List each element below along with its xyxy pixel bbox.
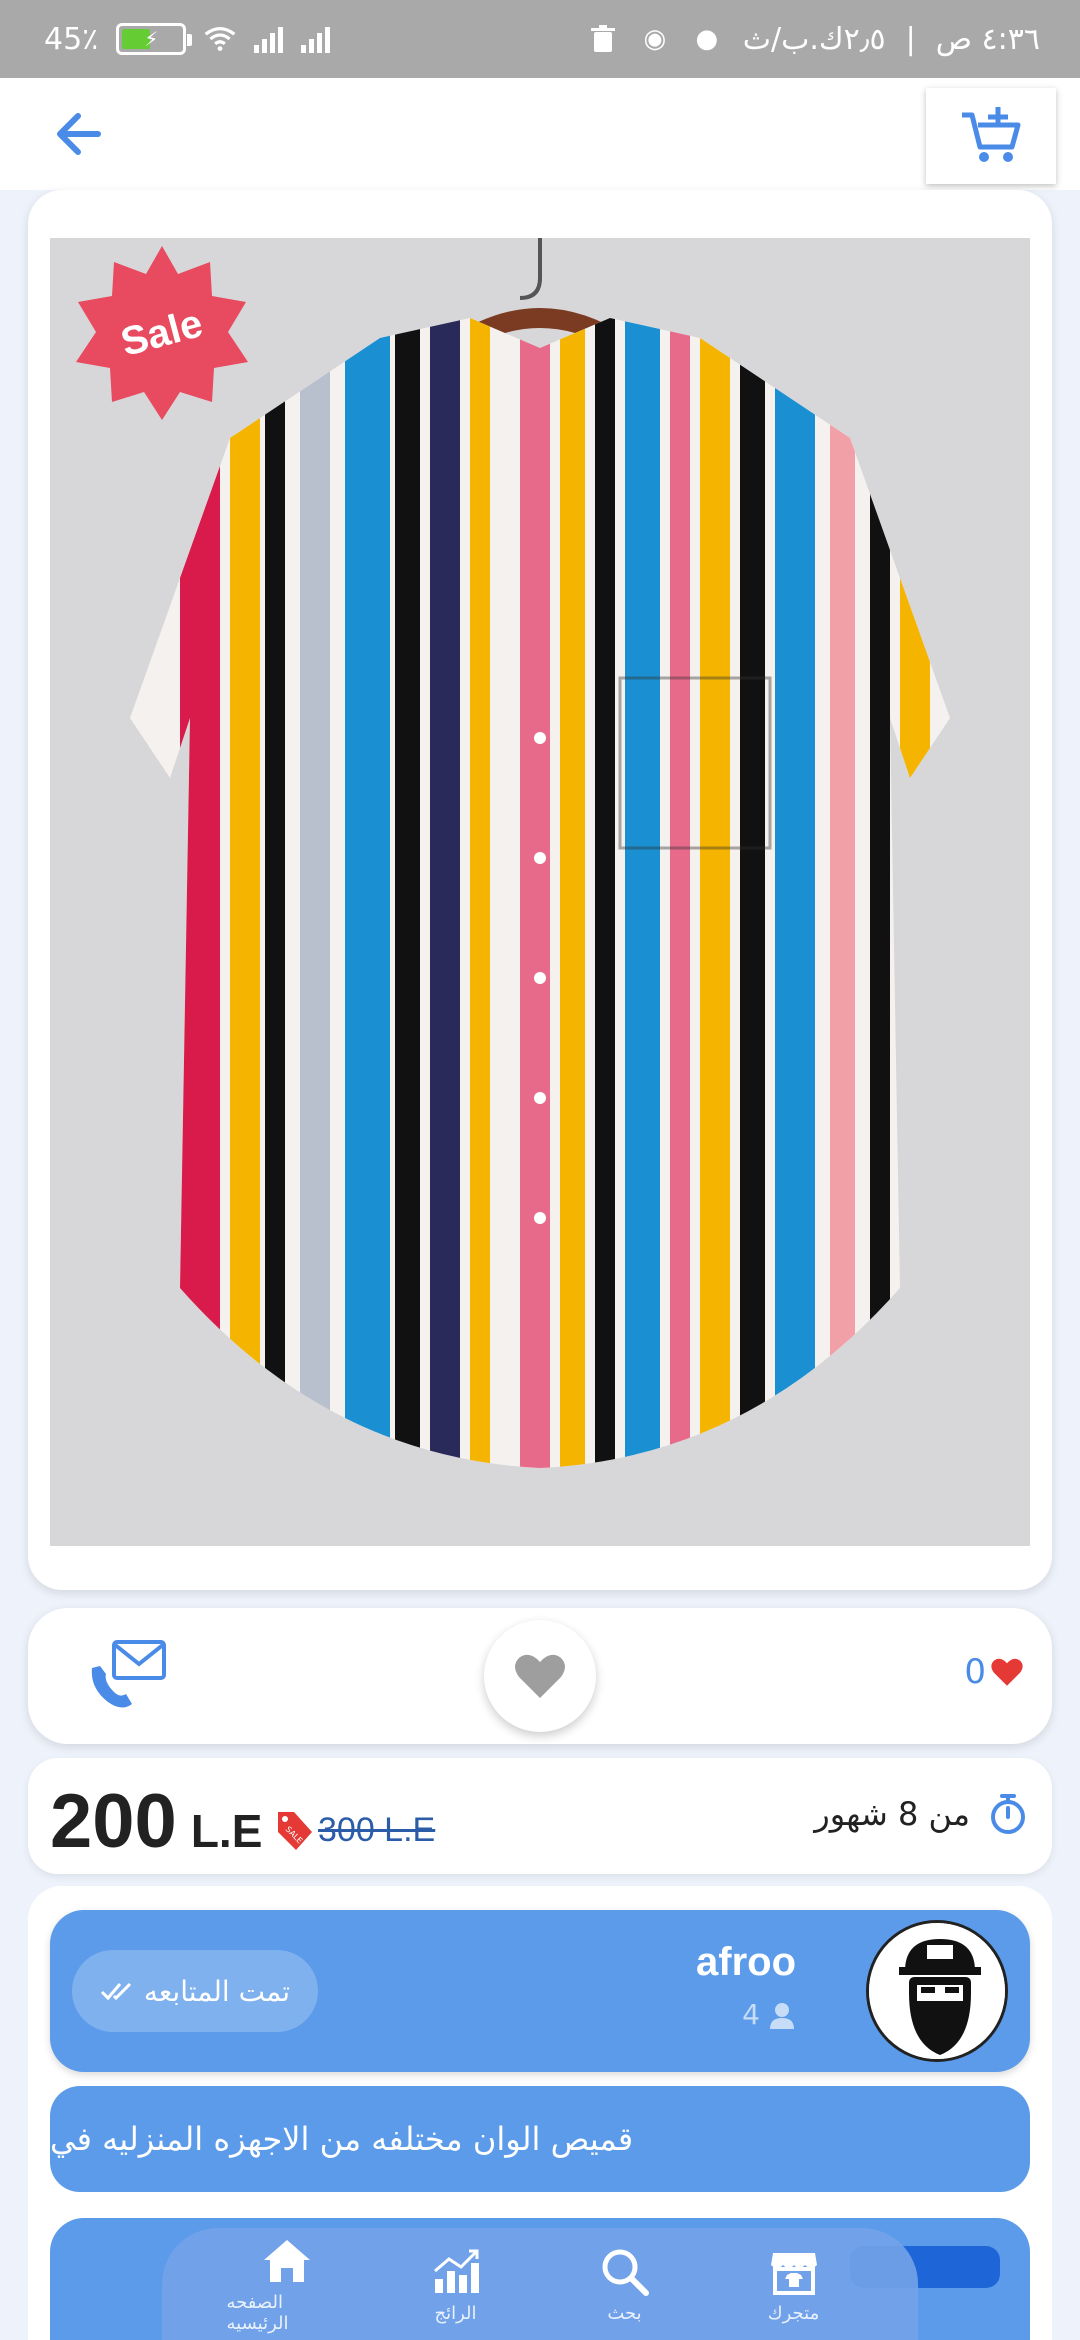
seller-card[interactable]: afroo 4 تمت المتابعه <box>50 1910 1030 2072</box>
avatar[interactable] <box>866 1920 1008 2062</box>
follow-button-label: تمت المتابعه <box>143 1974 291 2008</box>
contact-seller-button[interactable] <box>86 1638 168 1712</box>
add-to-cart-button[interactable] <box>926 88 1056 184</box>
stopwatch-icon <box>991 1794 1025 1834</box>
nav-trending[interactable]: الرائج <box>396 2245 516 2324</box>
arrow-left-icon <box>57 113 101 155</box>
heart-icon <box>515 1654 565 1698</box>
favorite-button[interactable] <box>484 1620 596 1732</box>
nav-search-label: بحث <box>607 2302 642 2324</box>
nav-home-label: الصفحه الرئيسيه <box>226 2292 289 2334</box>
wifi-icon <box>204 23 236 55</box>
phone-mail-icon <box>91 1640 166 1708</box>
sale-badge: Sale <box>72 244 252 424</box>
follow-button[interactable]: تمت المتابعه <box>72 1950 318 2032</box>
store-icon <box>770 2252 817 2295</box>
bottom-nav: الصفحه الرئيسيه الرائج بحث متجرك <box>162 2228 918 2340</box>
current-price: 200 L.E <box>50 1778 262 1865</box>
signal-icon-2 <box>301 25 331 53</box>
posted-time-text: من 8 شهور <box>814 1795 970 1833</box>
followers-number: 4 <box>742 1998 760 2031</box>
followers-count: 4 <box>742 1998 796 2031</box>
old-price: 300 L.E <box>318 1810 436 1849</box>
actions-bar: 0 <box>28 1608 1052 1744</box>
trash-icon <box>587 23 619 55</box>
product-card: Sale <box>28 190 1052 1590</box>
notification-icon: ● <box>695 24 719 54</box>
product-description-text: قميص الوان مختلفه من الاجهزه المنزليه في <box>50 2120 634 2158</box>
signal-icon <box>254 25 284 53</box>
network-speed: ٢٫٥ك.ب/ث <box>742 21 886 57</box>
chart-icon <box>433 2249 479 2293</box>
heart-filled-icon <box>991 1658 1023 1686</box>
nav-search[interactable]: بحث <box>565 2245 685 2324</box>
likes-count: 0 <box>964 1652 986 1692</box>
back-button[interactable] <box>48 104 118 164</box>
old-price-group: SALE 300 L.E <box>274 1808 435 1852</box>
status-bar: 45٪ ⚡ ٤:٣٦ ص | ٢٫٥ك.ب/ث ● ◉ <box>0 0 1080 78</box>
sync-icon: ◉ <box>643 24 667 54</box>
nav-store-label: متجرك <box>767 2302 820 2324</box>
nav-home[interactable]: الصفحه الرئيسيه <box>227 2234 347 2334</box>
posted-time: من 8 شهور <box>814 1792 1028 1836</box>
clock: ٤:٣٦ ص <box>935 21 1040 57</box>
nav-trending-label: الرائج <box>434 2302 477 2324</box>
price-value: 200 <box>50 1779 177 1864</box>
header <box>0 78 1080 190</box>
sale-tag-icon: SALE <box>278 1812 312 1850</box>
battery-percent: 45٪ <box>44 21 99 57</box>
double-check-icon <box>100 1982 131 2001</box>
price-currency: L.E <box>190 1805 263 1857</box>
product-description: قميص الوان مختلفه من الاجهزه المنزليه في <box>50 2086 1030 2192</box>
home-icon <box>263 2240 310 2282</box>
price-bar: 200 L.E SALE 300 L.E من 8 شهور <box>28 1758 1052 1874</box>
user-icon <box>770 2002 794 2029</box>
battery-icon: ⚡ <box>116 23 193 55</box>
cart-plus-icon <box>962 107 1021 162</box>
likes-counter: 0 <box>964 1652 1024 1692</box>
search-icon <box>602 2249 649 2296</box>
product-image[interactable]: Sale <box>50 238 1030 1546</box>
seller-name[interactable]: afroo <box>696 1940 796 1985</box>
nav-store[interactable]: متجرك <box>734 2245 854 2324</box>
